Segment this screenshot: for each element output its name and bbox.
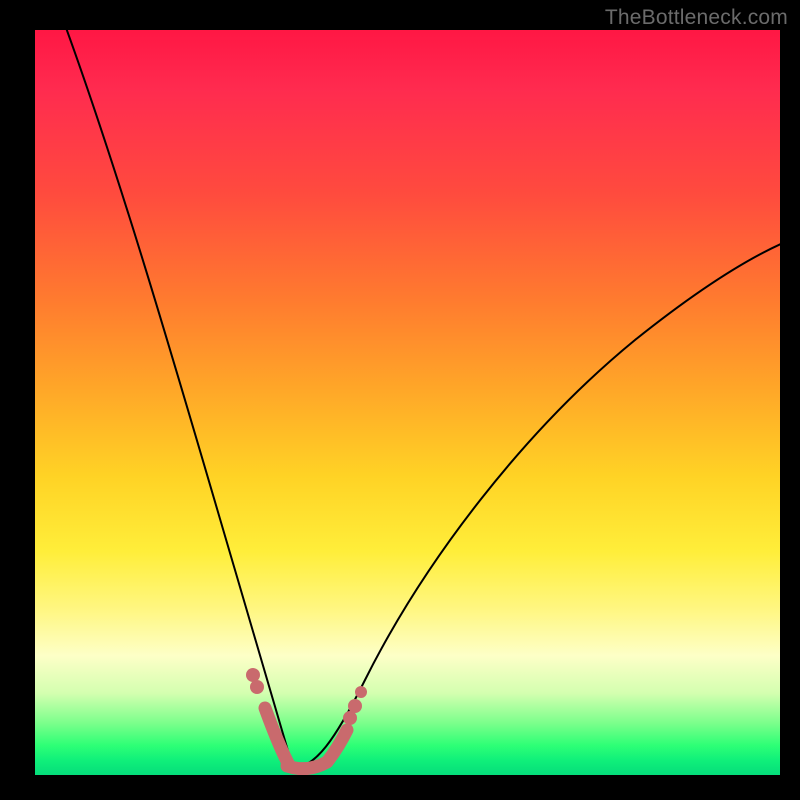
curve-left-branch	[65, 30, 293, 768]
marker-dot	[343, 711, 357, 725]
chart-frame: TheBottleneck.com	[0, 0, 800, 800]
curve-layer	[35, 30, 780, 775]
marker-dot	[250, 680, 264, 694]
marker-seg-right	[327, 730, 347, 762]
marker-dot	[246, 668, 260, 682]
marker-dot	[355, 686, 367, 698]
marker-dot	[348, 699, 362, 713]
watermark-text: TheBottleneck.com	[605, 6, 788, 30]
plot-area	[35, 30, 780, 775]
